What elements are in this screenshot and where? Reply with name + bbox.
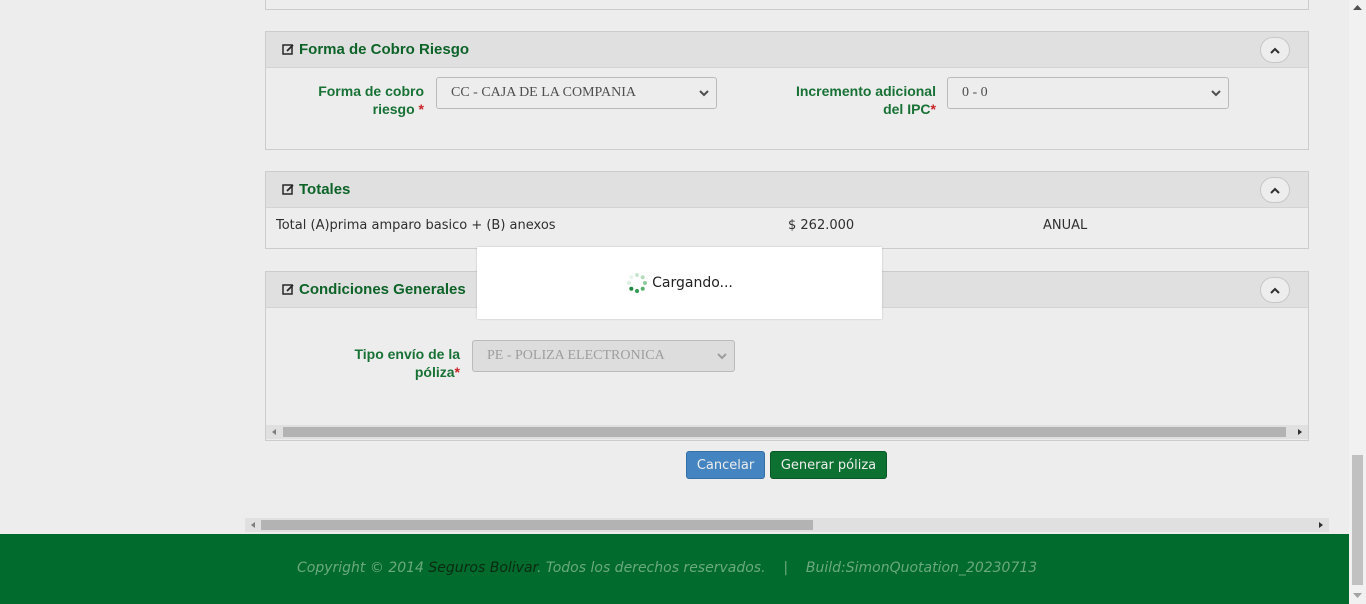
footer-text: Copyright © 2014 Seguros Bolivar. Todos … [297, 560, 1038, 576]
build-version: Build:SimonQuotation_20230713 [805, 560, 1038, 576]
footer-brand-link[interactable]: Seguros Bolivar [428, 560, 537, 576]
loading-spinner-icon [627, 273, 648, 293]
scrollbar-thumb[interactable] [1352, 455, 1363, 585]
scroll-up-icon[interactable] [1353, 4, 1362, 10]
loading-text: Cargando... [652, 275, 733, 291]
loading-dialog: Cargando... [477, 247, 882, 319]
vertical-scrollbar[interactable] [1349, 0, 1366, 604]
footer: Copyright © 2014 Seguros Bolivar. Todos … [0, 534, 1349, 604]
scroll-down-icon[interactable] [1353, 593, 1362, 599]
